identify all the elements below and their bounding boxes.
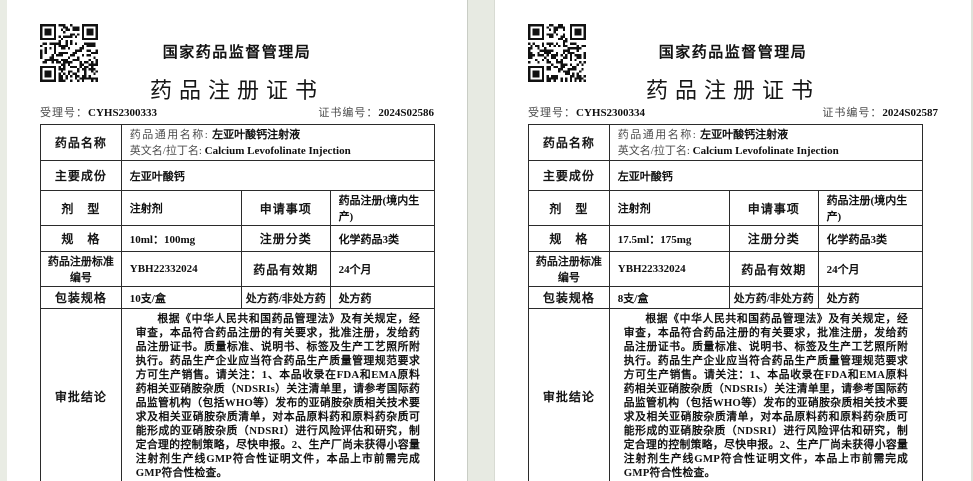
certificate-meta: 受理号：CYHS2300333 证书编号：2024S02586 — [40, 105, 434, 120]
table-row: 剂 型 注射剂 申请事项 药品注册(境内生产) — [41, 191, 435, 226]
standard-no-cell: YBH22332024 — [609, 252, 729, 287]
conclusion-text: 根据《中华人民共和国药品管理法》及有关规定，经审查，本品符合药品注册的有关要求，… — [130, 310, 426, 481]
certificate-number: 证书编号：2024S02586 — [318, 104, 434, 120]
label-registration-class: 注册分类 — [729, 226, 818, 252]
label-specification: 规 格 — [41, 226, 122, 252]
table-row: 规 格 10ml：100mg 注册分类 化学药品3类 — [41, 226, 435, 252]
label-application-item: 申请事项 — [241, 191, 330, 226]
certificate-header: 国家药品监督管理局 药品注册证书 — [7, 0, 467, 102]
document-viewer: 国家药品监督管理局 药品注册证书 受理号：CYHS2300333 证书编号：20… — [0, 0, 973, 481]
registration-class-cell: 化学药品3类 — [330, 226, 434, 252]
qr-code-icon — [528, 24, 586, 82]
main-ingredient-cell: 左亚叶酸钙 — [121, 161, 434, 191]
application-item-cell: 药品注册(境内生产) — [818, 191, 922, 226]
qr-code-icon — [40, 24, 98, 82]
label-package-spec: 包装规格 — [529, 287, 610, 309]
page-gap — [468, 0, 495, 481]
label-validity: 药品有效期 — [241, 252, 330, 287]
certificate-table: 药品名称 药品通用名称: 左亚叶酸钙注射液 英文名/拉丁名: Calcium L… — [40, 124, 435, 481]
application-item-cell: 药品注册(境内生产) — [330, 191, 434, 226]
certificate-page-1: 国家药品监督管理局 药品注册证书 受理号：CYHS2300333 证书编号：20… — [7, 0, 468, 481]
label-main-ingredient: 主要成份 — [529, 161, 610, 191]
standard-no-cell: YBH22332024 — [121, 252, 241, 287]
drug-name-cell: 药品通用名称: 左亚叶酸钙注射液 英文名/拉丁名: Calcium Levofo… — [609, 125, 922, 161]
certificate-table: 药品名称 药品通用名称: 左亚叶酸钙注射液 英文名/拉丁名: Calcium L… — [528, 124, 923, 481]
table-row: 审批结论 根据《中华人民共和国药品管理法》及有关规定，经审查，本品符合药品注册的… — [41, 309, 435, 481]
label-rx-otc: 处方药/非处方药 — [241, 287, 330, 309]
label-approval-conclusion: 审批结论 — [529, 309, 610, 481]
drug-name-cell: 药品通用名称: 左亚叶酸钙注射液 英文名/拉丁名: Calcium Levofo… — [121, 125, 434, 161]
table-row: 包装规格 10支/盒 处方药/非处方药 处方药 — [41, 287, 435, 309]
validity-cell: 24个月 — [818, 252, 922, 287]
rx-otc-cell: 处方药 — [818, 287, 922, 309]
rx-otc-cell: 处方药 — [330, 287, 434, 309]
acceptance-number: 受理号：CYHS2300334 — [528, 104, 645, 120]
package-spec-cell: 8支/盒 — [609, 287, 729, 309]
table-row: 包装规格 8支/盒 处方药/非处方药 处方药 — [529, 287, 923, 309]
label-standard-no: 药品注册标准编号 — [529, 252, 610, 287]
label-specification: 规 格 — [529, 226, 610, 252]
main-ingredient-cell: 左亚叶酸钙 — [609, 161, 922, 191]
dosage-form-cell: 注射剂 — [121, 191, 241, 226]
acceptance-number: 受理号：CYHS2300333 — [40, 104, 157, 120]
table-row: 药品名称 药品通用名称: 左亚叶酸钙注射液 英文名/拉丁名: Calcium L… — [529, 125, 923, 161]
certificate-page-2: 国家药品监督管理局 药品注册证书 受理号：CYHS2300334 证书编号：20… — [495, 0, 973, 481]
label-main-ingredient: 主要成份 — [41, 161, 122, 191]
label-dosage-form: 剂 型 — [529, 191, 610, 226]
approval-conclusion-cell: 根据《中华人民共和国药品管理法》及有关规定，经审查，本品符合药品注册的有关要求，… — [609, 309, 922, 481]
certificate-number: 证书编号：2024S02587 — [822, 104, 938, 120]
registration-class-cell: 化学药品3类 — [818, 226, 922, 252]
certificate-meta: 受理号：CYHS2300334 证书编号：2024S02587 — [528, 105, 938, 120]
table-row: 主要成份 左亚叶酸钙 — [529, 161, 923, 191]
validity-cell: 24个月 — [330, 252, 434, 287]
table-row: 审批结论 根据《中华人民共和国药品管理法》及有关规定，经审查，本品符合药品注册的… — [529, 309, 923, 481]
table-row: 药品注册标准编号 YBH22332024 药品有效期 24个月 — [529, 252, 923, 287]
table-row: 药品名称 药品通用名称: 左亚叶酸钙注射液 英文名/拉丁名: Calcium L… — [41, 125, 435, 161]
certificate-header: 国家药品监督管理局 药品注册证书 — [495, 0, 971, 102]
label-drug-name: 药品名称 — [41, 125, 122, 161]
label-registration-class: 注册分类 — [241, 226, 330, 252]
label-standard-no: 药品注册标准编号 — [41, 252, 122, 287]
label-drug-name: 药品名称 — [529, 125, 610, 161]
label-validity: 药品有效期 — [729, 252, 818, 287]
package-spec-cell: 10支/盒 — [121, 287, 241, 309]
table-row: 主要成份 左亚叶酸钙 — [41, 161, 435, 191]
specification-cell: 17.5ml：175mg — [609, 226, 729, 252]
label-dosage-form: 剂 型 — [41, 191, 122, 226]
specification-cell: 10ml：100mg — [121, 226, 241, 252]
table-row: 规 格 17.5ml：175mg 注册分类 化学药品3类 — [529, 226, 923, 252]
table-row: 药品注册标准编号 YBH22332024 药品有效期 24个月 — [41, 252, 435, 287]
dosage-form-cell: 注射剂 — [609, 191, 729, 226]
label-application-item: 申请事项 — [729, 191, 818, 226]
table-row: 剂 型 注射剂 申请事项 药品注册(境内生产) — [529, 191, 923, 226]
label-package-spec: 包装规格 — [41, 287, 122, 309]
label-rx-otc: 处方药/非处方药 — [729, 287, 818, 309]
conclusion-text: 根据《中华人民共和国药品管理法》及有关规定，经审查，本品符合药品注册的有关要求，… — [618, 310, 914, 481]
approval-conclusion-cell: 根据《中华人民共和国药品管理法》及有关规定，经审查，本品符合药品注册的有关要求，… — [121, 309, 434, 481]
label-approval-conclusion: 审批结论 — [41, 309, 122, 481]
